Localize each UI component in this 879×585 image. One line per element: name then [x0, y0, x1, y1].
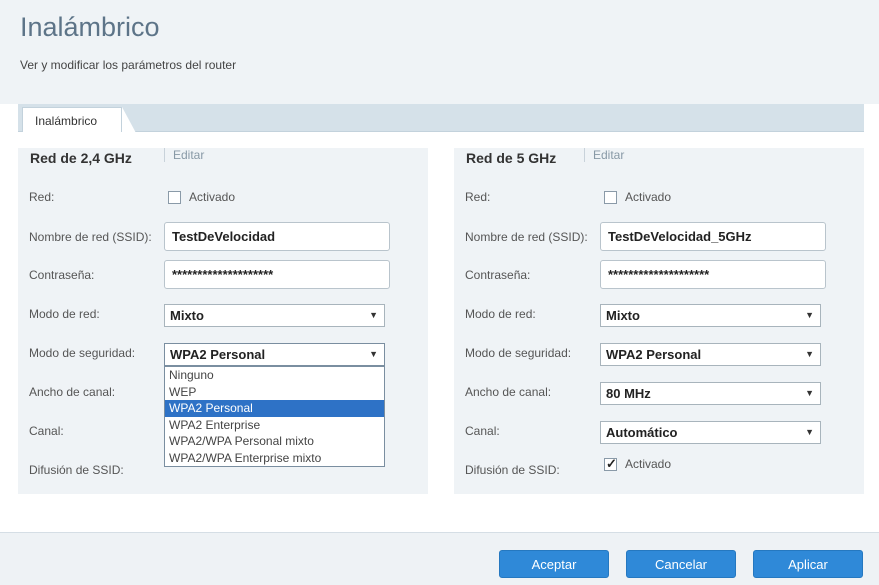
security-option-wpa2-wpa-enterprise-mixed[interactable]: WPA2/WPA Enterprise mixto — [165, 450, 384, 467]
password-input[interactable]: ******************** — [164, 260, 390, 289]
password-label: Contraseña: — [465, 268, 531, 282]
security-option-wpa2-wpa-personal-mixed[interactable]: WPA2/WPA Personal mixto — [165, 433, 384, 450]
chevron-down-icon: ▼ — [369, 310, 378, 320]
chevron-down-icon: ▼ — [805, 388, 814, 398]
ssid-broadcast-enabled-label: Activado — [625, 457, 672, 471]
page-title: Inalámbrico — [20, 12, 160, 42]
cancel-button[interactable]: Cancelar — [626, 550, 736, 578]
channel-select-value: Automático — [606, 425, 678, 440]
mode-select[interactable]: Mixto ▼ — [600, 304, 821, 327]
security-option-wpa2-personal[interactable]: WPA2 Personal — [165, 400, 384, 417]
chevron-down-icon: ▼ — [805, 310, 814, 320]
accept-button[interactable]: Aceptar — [499, 550, 609, 578]
chevron-down-icon: ▼ — [369, 349, 378, 359]
mode-select[interactable]: Mixto ▼ — [164, 304, 385, 327]
tab-bar: Inalámbrico — [18, 104, 864, 133]
security-dropdown-list: Ninguno WEP WPA2 Personal WPA2 Enterpris… — [164, 366, 385, 467]
mode-select-value: Mixto — [170, 308, 204, 323]
security-option-wep[interactable]: WEP — [165, 384, 384, 401]
network-enabled-checkbox[interactable] — [604, 191, 617, 204]
ssid-input[interactable]: TestDeVelocidad — [164, 222, 390, 251]
ssid-broadcast-label: Difusión de SSID: — [465, 463, 560, 477]
tab-slant — [122, 107, 136, 133]
mode-label: Modo de red: — [465, 307, 536, 321]
security-label: Modo de seguridad: — [29, 346, 136, 360]
network-label: Red: — [465, 190, 491, 204]
channel-label: Canal: — [465, 424, 500, 438]
ssid-label: Nombre de red (SSID): — [29, 230, 152, 244]
main-content: Red de 2,4 GHz Editar Red: Activado Nomb… — [18, 132, 864, 522]
channel-select[interactable]: Automático ▼ — [600, 421, 821, 444]
security-select[interactable]: WPA2 Personal ▼ — [600, 343, 821, 366]
panel-2-4ghz: Red de 2,4 GHz Editar Red: Activado Nomb… — [18, 148, 428, 494]
channel-label: Canal: — [29, 424, 64, 438]
ssid-broadcast-checkbox[interactable]: ✓ — [604, 456, 617, 471]
mode-select-value: Mixto — [606, 308, 640, 323]
mode-label: Modo de red: — [29, 307, 100, 321]
password-label: Contraseña: — [29, 268, 95, 282]
edit-link-2-4ghz[interactable]: Editar — [164, 148, 204, 162]
security-label: Modo de seguridad: — [465, 346, 572, 360]
edit-link-5ghz[interactable]: Editar — [584, 148, 624, 162]
network-label: Red: — [29, 190, 55, 204]
security-select-value: WPA2 Personal — [606, 347, 702, 362]
apply-button[interactable]: Aplicar — [753, 550, 863, 578]
ssid-input[interactable]: TestDeVelocidad_5GHz — [600, 222, 826, 251]
security-option-wpa2-enterprise[interactable]: WPA2 Enterprise — [165, 417, 384, 434]
tab-wireless[interactable]: Inalámbrico — [22, 107, 122, 133]
ssid-broadcast-label: Difusión de SSID: — [29, 463, 124, 477]
chevron-down-icon: ▼ — [805, 349, 814, 359]
panel-title-2-4ghz: Red de 2,4 GHz — [30, 150, 132, 166]
password-input[interactable]: ******************** — [600, 260, 826, 289]
checkmark-icon: ✓ — [606, 456, 617, 471]
footer-bar: Aceptar Cancelar Aplicar — [0, 532, 879, 585]
channel-width-label: Ancho de canal: — [29, 385, 116, 399]
ssid-label: Nombre de red (SSID): — [465, 230, 588, 244]
panel-title-5ghz: Red de 5 GHz — [466, 150, 557, 166]
network-enabled-label: Activado — [625, 190, 672, 204]
page-subtitle: Ver y modificar los parámetros del route… — [20, 58, 237, 72]
network-enabled-label: Activado — [189, 190, 236, 204]
network-enabled-checkbox[interactable] — [168, 191, 181, 204]
channel-width-label: Ancho de canal: — [465, 385, 552, 399]
channel-width-select-value: 80 MHz — [606, 386, 651, 401]
security-select[interactable]: WPA2 Personal ▼ — [164, 343, 385, 366]
page-header: Inalámbrico Ver y modificar los parámetr… — [0, 0, 879, 104]
security-option-none[interactable]: Ninguno — [165, 367, 384, 384]
security-select-value: WPA2 Personal — [170, 347, 266, 362]
chevron-down-icon: ▼ — [805, 427, 814, 437]
panel-5ghz: Red de 5 GHz Editar Red: Activado Nombre… — [454, 148, 864, 494]
channel-width-select[interactable]: 80 MHz ▼ — [600, 382, 821, 405]
